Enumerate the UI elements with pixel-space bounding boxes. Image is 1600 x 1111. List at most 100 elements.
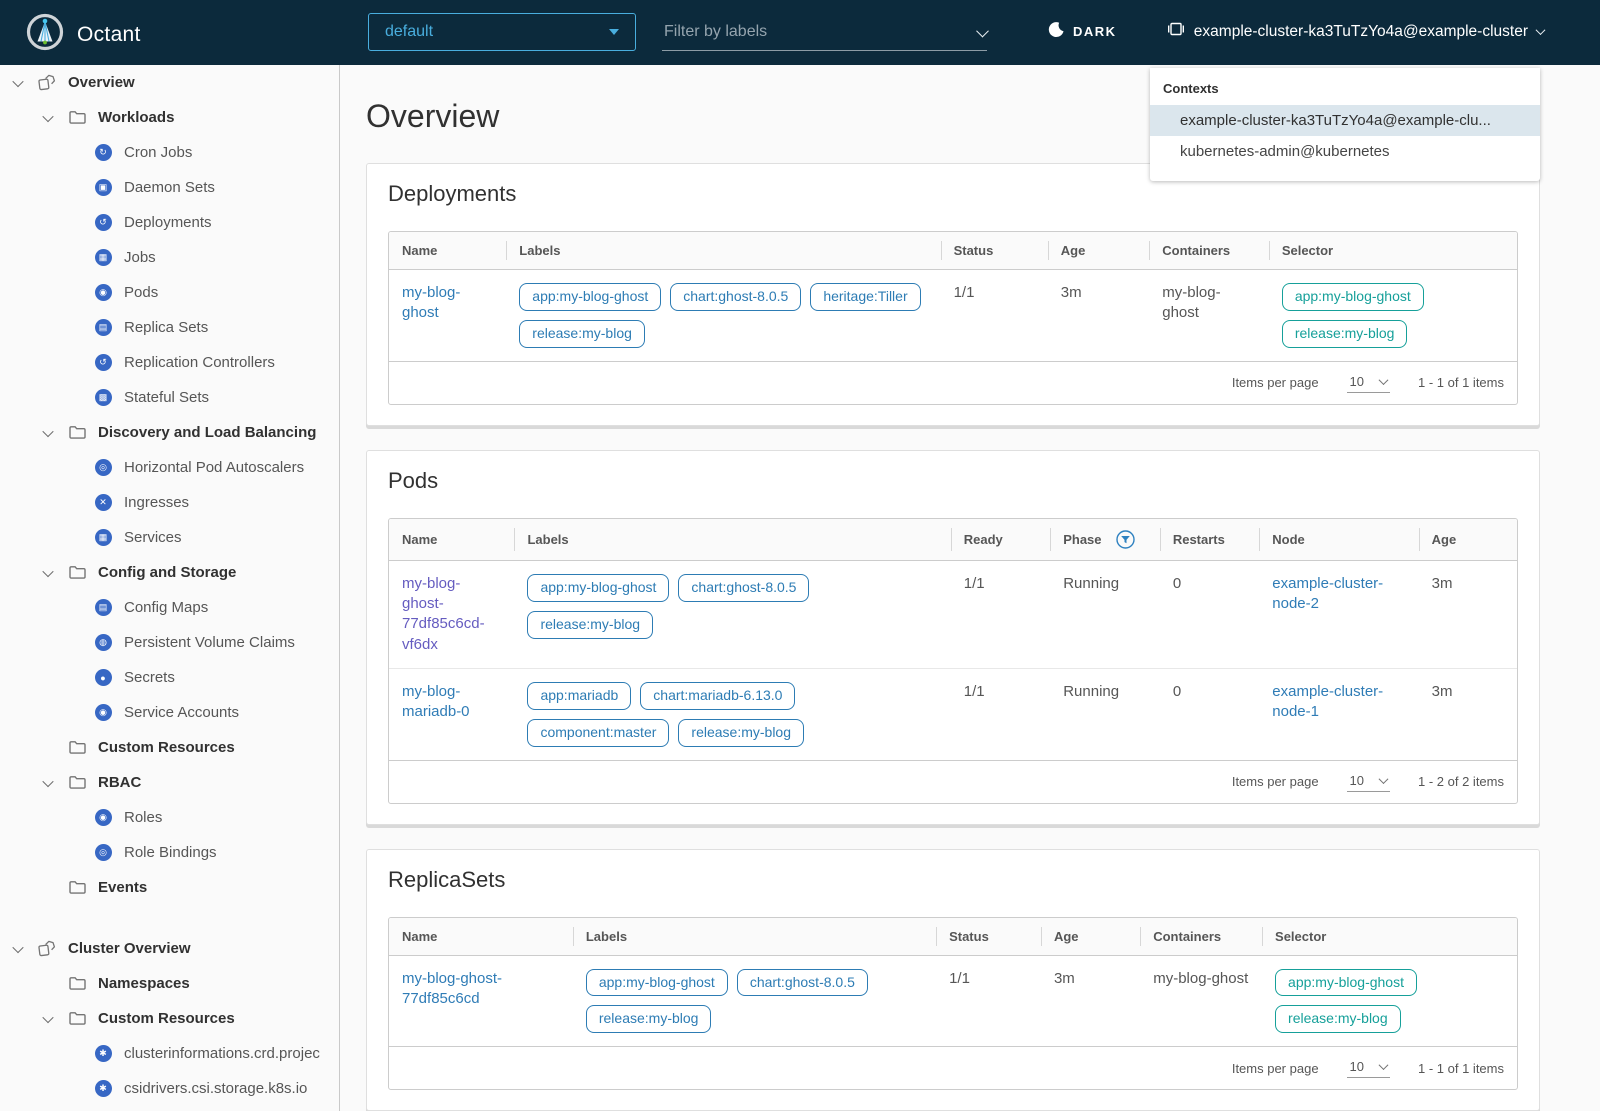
column-header-age: Age [1047, 232, 1150, 270]
sidebar-item-discovery-and-load-balancing[interactable]: Discovery and Load Balancing [0, 415, 339, 450]
sidebar-item-pods[interactable]: ◉ Pods [0, 275, 339, 310]
replicasets-datagrid: Name Labels Status Age Containers Selector my-… [388, 916, 1518, 1091]
sidebar-item-csidrivers-csi-storage-k8s-io[interactable]: ✱ csidrivers.csi.storage.k8s.io [0, 1071, 339, 1106]
sidebar-item-secrets[interactable]: ● Secrets [0, 660, 339, 695]
filter-icon[interactable] [1102, 530, 1135, 549]
namespace-select[interactable]: default [368, 13, 636, 51]
page-size-value: 10 [1349, 1059, 1365, 1075]
chevron-down-icon[interactable] [40, 775, 56, 787]
chevron-down-icon[interactable] [10, 75, 26, 87]
pagination-footer: Items per page 10 1 - 1 of 1 items [389, 360, 1517, 404]
sidebar-item-overview[interactable]: Overview [0, 65, 339, 100]
sidebar-item-deployments[interactable]: ↺ Deployments [0, 205, 339, 240]
context-switcher-label: example-cluster-ka3TuTzYo4a@example-clus… [1193, 22, 1528, 40]
sidebar-item-custom-resources[interactable]: Custom Resources [0, 1001, 339, 1036]
resource-link[interactable]: example-cluster-node-2 [1272, 575, 1383, 612]
chevron-down-icon[interactable] [10, 941, 26, 953]
sidebar-item-services[interactable]: ▦ Services [0, 520, 339, 555]
sidebar-item-label: Secrets [124, 669, 175, 686]
sidebar-item-namespaces[interactable]: Namespaces [0, 966, 339, 1001]
cell-status: 1/1 [936, 955, 1041, 1046]
sidebar-item-workloads[interactable]: Workloads [0, 100, 339, 135]
cell-node: example-cluster-node-2 [1259, 560, 1418, 668]
sidebar-item-label: Horizontal Pod Autoscalers [124, 459, 305, 476]
resource-link[interactable]: my-blog-mariadb-0 [402, 683, 470, 720]
dark-theme-toggle[interactable]: DARK [1048, 21, 1117, 41]
sidebar-item-rbac[interactable]: RBAC [0, 765, 339, 800]
filter-by-labels-input[interactable] [662, 22, 978, 42]
column-header-label: Labels [527, 531, 569, 547]
sidebar-item-events[interactable]: Events [0, 870, 339, 905]
resource-link[interactable]: my-blog-ghost [402, 284, 460, 321]
replicasets-table: Name Labels Status Age Containers Selector my-… [389, 917, 1517, 1047]
cell-value: 1/1 [963, 574, 985, 592]
context-menu-item-example-cluster-ka3tutzyo4a-example-clu[interactable]: example-cluster-ka3TuTzYo4a@example-clu.… [1150, 105, 1540, 136]
sidebar-item-label: Replica Sets [124, 319, 209, 336]
sidebar-item-daemon-sets[interactable]: ▣ Daemon Sets [0, 170, 339, 205]
context-menu-item-kubernetes-admin-kubernetes[interactable]: kubernetes-admin@kubernetes [1150, 136, 1540, 167]
label-badge: release:my-blog [585, 1005, 712, 1034]
column-header-label: Name [402, 531, 438, 547]
sidebar-item-horizontal-pod-autoscalers[interactable]: ◎ Horizontal Pod Autoscalers [0, 450, 339, 485]
label-badge: chart:mariadb-6.13.0 [640, 681, 796, 710]
sidebar-item-stateful-sets[interactable]: ▩ Stateful Sets [0, 380, 339, 415]
sidebar-item-clusterinformations-crd-projec[interactable]: ✱ clusterinformations.crd.projec [0, 1036, 339, 1071]
sidebar-item-config-maps[interactable]: ▤ Config Maps [0, 590, 339, 625]
resource-link[interactable]: my-blog-ghost-77df85c6cd [402, 970, 502, 1007]
sidebar-item-service-accounts[interactable]: ◉ Service Accounts [0, 695, 339, 730]
resource-link[interactable]: my-blog-ghost-77df85c6cd-vf6dx [402, 575, 485, 653]
column-header-labels: Labels [572, 917, 937, 956]
chevron-down-icon[interactable] [40, 110, 56, 122]
sidebar-item-cluster-overview[interactable]: Cluster Overview [0, 931, 339, 966]
sidebar-item-replica-sets[interactable]: ▤ Replica Sets [0, 310, 339, 345]
column-header-label: Status [949, 928, 989, 944]
sidebar-item-custom-resources[interactable]: Custom Resources [0, 730, 339, 765]
page-size-select[interactable]: 10 [1346, 373, 1391, 393]
sidebar-item-replication-controllers[interactable]: ↺ Replication Controllers [0, 345, 339, 380]
column-header-containers: Containers [1140, 917, 1263, 956]
chevron-down-icon[interactable] [976, 24, 989, 37]
services-icon: ▦ [94, 529, 112, 547]
sidebar-item-label: Daemon Sets [124, 179, 215, 196]
chevron-down-icon [1378, 773, 1389, 784]
cell-name: my-blog-ghost-77df85c6cd-vf6dx [389, 560, 514, 668]
page-size-select[interactable]: 10 [1346, 772, 1391, 792]
table-row: my-blog-ghost-77df85c6cd app:my-blog-ghos… [389, 955, 1517, 1046]
sidebar-item-label: Ingresses [124, 494, 190, 511]
chevron-down-icon[interactable] [40, 565, 56, 577]
labels-list: app:mariadb chart:mariadb-6.13.0 component… [527, 681, 937, 747]
selector-badge: release:my-blog [1281, 319, 1408, 348]
pagination-range: 1 - 2 of 2 items [1418, 774, 1504, 790]
sidebar-item-jobs[interactable]: ▦ Jobs [0, 240, 339, 275]
sidebar-item-roles[interactable]: ◉ Roles [0, 800, 339, 835]
sidebar-item-label: Service Accounts [124, 704, 240, 721]
label-badge: chart:ghost-8.0.5 [678, 573, 810, 602]
sidebar-item-ingresses[interactable]: ✕ Ingresses [0, 485, 339, 520]
context-switcher[interactable]: example-cluster-ka3TuTzYo4a@example-clus… [1167, 21, 1546, 42]
label-badge: app:my-blog-ghost [585, 968, 728, 997]
sidebar-item-label: Role Bindings [124, 844, 217, 861]
deployments-table: Name Labels Status Age Containers Selector my-… [389, 232, 1517, 361]
sidebar-item-persistent-volume-claims[interactable]: ◍ Persistent Volume Claims [0, 625, 339, 660]
sidebar-nav: Overview Workloads ↻ Cron Jobs ▣ Daemon Sets ↺… [0, 65, 340, 1111]
sidebar-item-config-and-storage[interactable]: Config and Storage [0, 555, 339, 590]
sidebar-item-cron-jobs[interactable]: ↻ Cron Jobs [0, 135, 339, 170]
cell-value: 0 [1172, 574, 1182, 592]
sidebar-item-label: clusterinformations.crd.projec [124, 1045, 320, 1062]
column-header-label: Status [953, 243, 994, 258]
sidebar-item-role-bindings[interactable]: ◎ Role Bindings [0, 835, 339, 870]
chevron-down-icon[interactable] [40, 425, 56, 437]
pagination-range: 1 - 1 of 1 items [1418, 1060, 1504, 1076]
card-replicasets: ReplicaSets Name Labels Status Age Containers… [366, 848, 1540, 1111]
column-header-label: Selector [1281, 243, 1334, 258]
chevron-down-icon[interactable] [1535, 25, 1546, 36]
resource-link[interactable]: example-cluster-node-1 [1272, 683, 1383, 720]
deployments-datagrid: Name Labels Status Age Containers Selector my-… [388, 231, 1518, 405]
contexts-menu-title: Contexts [1163, 81, 1219, 96]
page-size-select[interactable]: 10 [1346, 1058, 1391, 1079]
cell-value: 3m [1060, 284, 1082, 301]
column-header-labels: Labels [506, 232, 941, 270]
sidebar-item-label: Custom Resources [98, 1010, 235, 1027]
chevron-down-icon[interactable] [40, 1011, 56, 1023]
column-header-status: Status [936, 917, 1041, 956]
